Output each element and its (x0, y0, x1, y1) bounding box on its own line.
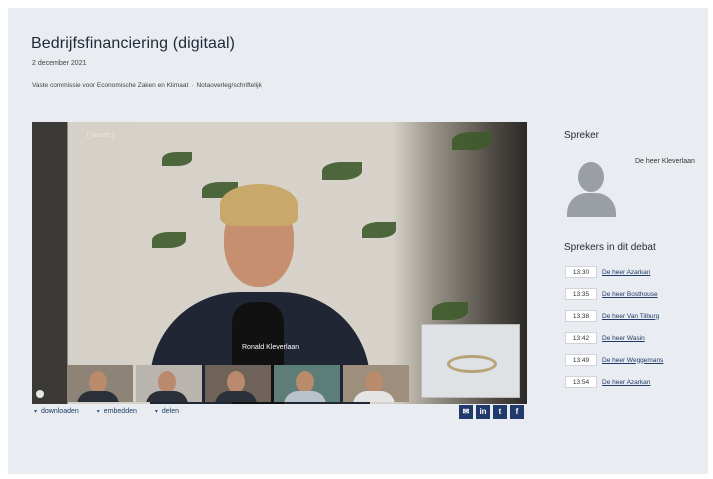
current-speaker-name: De heer Kleverlaan (635, 158, 695, 165)
thumb-body (77, 391, 119, 402)
share-label: delen (161, 408, 180, 415)
speaker-heading: Spreker (564, 130, 600, 141)
list-item[interactable]: 13:30 De heer Azarkan (565, 266, 663, 278)
thumb-body (215, 391, 257, 402)
plant-leaf (362, 222, 396, 238)
speaker-link[interactable]: De heer Azarkan (602, 379, 650, 386)
share-button[interactable]: ▾ delen (155, 408, 179, 415)
speaker-time: 13:38 (565, 310, 597, 322)
plant-leaf (162, 152, 192, 166)
speaker-hair (220, 184, 298, 226)
page-title: Bedrijfsfinanciering (digitaal) (31, 35, 236, 52)
participant-thumbnail[interactable] (136, 365, 202, 402)
speaker-link[interactable]: De heer Van Tilburg (602, 313, 659, 320)
speaker-time: 13:54 (565, 376, 597, 388)
email-icon[interactable]: ✉ (459, 405, 473, 419)
speaker-list: 13:30 De heer Azarkan 13:35 De heer Bostho… (565, 266, 663, 388)
plant-leaf (432, 302, 468, 320)
chevron-down-icon: ▾ (154, 409, 158, 415)
facebook-icon[interactable]: f (510, 405, 524, 419)
embed-button[interactable]: ▾ embedden (97, 408, 137, 415)
meta-separator: · (191, 82, 194, 89)
chevron-down-icon: ▾ (96, 409, 100, 415)
video-actions: ▾ downloaden ▾ embedden ▾ delen (34, 408, 179, 415)
list-item[interactable]: 13:49 De heer Weggemans (565, 354, 663, 366)
speaker-time: 13:35 (565, 288, 597, 300)
list-item[interactable]: 13:54 De heer Azarkan (565, 376, 663, 388)
participant-thumbnail[interactable] (343, 365, 409, 402)
thumb-body (353, 391, 395, 402)
thumb-body (146, 391, 188, 402)
debate-speakers-heading: Sprekers in dit debat (564, 242, 656, 253)
video-control-icon[interactable] (36, 390, 44, 398)
list-item[interactable]: 13:42 De heer Wasin (565, 332, 663, 344)
speaker-link[interactable]: De heer Weggemans (602, 357, 663, 364)
speaker-time: 13:49 (565, 354, 597, 366)
page-container: Bedrijfsfinanciering (digitaal) 2 decemb… (8, 8, 708, 474)
speaker-avatar-icon (564, 159, 619, 219)
speaker-link[interactable]: De heer Bosthouse (602, 291, 658, 298)
avatar-head (578, 162, 604, 192)
participant-thumbnail[interactable] (205, 365, 271, 402)
download-label: downloaden (41, 408, 79, 415)
meeting-table (447, 355, 497, 373)
debate-meta: Vaste commissie voor Economische Zaken e… (32, 82, 262, 89)
debate-type: Notaoverleg/schriftelijk (196, 82, 262, 89)
committee-name: Vaste commissie voor Economische Zaken e… (32, 82, 189, 89)
participant-thumbnail[interactable] (274, 365, 340, 402)
thumb-face (89, 371, 107, 393)
meeting-room-thumbnail[interactable] (421, 324, 520, 398)
linkedin-icon[interactable]: in (476, 405, 490, 419)
download-button[interactable]: ▾ downloaden (34, 408, 79, 415)
participant-thumbnails (67, 365, 409, 402)
speaker-link[interactable]: De heer Wasin (602, 335, 645, 342)
thumb-face (227, 371, 245, 393)
embed-label: embedden (103, 408, 137, 415)
list-item[interactable]: 13:35 De heer Bosthouse (565, 288, 663, 300)
thumb-face (158, 371, 176, 393)
speaker-name-overlay: Ronald Kleverlaan (242, 344, 300, 351)
avatar-body (567, 193, 616, 217)
twitter-icon[interactable]: t (493, 405, 507, 419)
plant-leaf (452, 132, 492, 150)
thumb-face (365, 371, 383, 393)
video-status-tag: [ pauze ] (87, 132, 114, 139)
plant-leaf (322, 162, 362, 180)
participant-thumbnail[interactable] (67, 365, 133, 402)
thumb-face (296, 371, 314, 393)
plant-leaf (152, 232, 186, 248)
list-item[interactable]: 13:38 De heer Van Tilburg (565, 310, 663, 322)
speaker-time: 13:30 (565, 266, 597, 278)
thumb-body (284, 391, 326, 402)
video-player[interactable]: [ pauze ] Ronald Kleverlaan (32, 122, 527, 404)
chevron-down-icon: ▾ (34, 409, 38, 415)
speaker-time: 13:42 (565, 332, 597, 344)
speaker-link[interactable]: De heer Azarkan (602, 269, 650, 276)
social-share-bar: ✉ in t f (459, 405, 524, 419)
debate-date: 2 december 2021 (32, 60, 87, 67)
